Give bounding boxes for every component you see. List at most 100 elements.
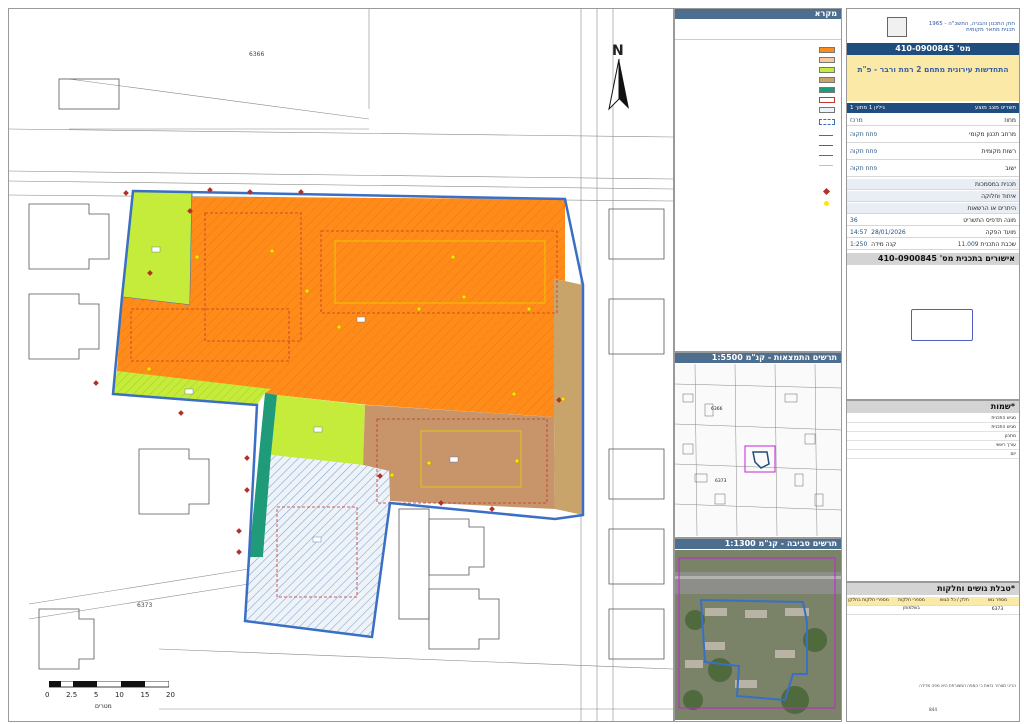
aerial-photo — [675, 550, 841, 720]
authority-value: פתח תקוה — [850, 148, 878, 155]
orientation-parcel-top: 6366 — [711, 407, 723, 412]
col-header: מספר גוש — [987, 598, 1008, 603]
district-label: מחוז — [1004, 117, 1016, 124]
info-row-version: 36 מונה תדפיס התשריט — [847, 215, 1019, 226]
names-title: שמות* — [847, 401, 1019, 413]
footer-number: 844 — [929, 707, 937, 712]
print-date: 28/01/2026 — [871, 229, 906, 236]
names-row: עורך ראשי — [847, 442, 1019, 450]
authority-scope-label: תכנית במסמכות — [975, 181, 1016, 188]
scale-label: קנה מידה — [871, 241, 897, 248]
version-label: מונה תדפיס התשריט — [963, 217, 1016, 224]
scale-tick: 2.5 — [66, 691, 78, 699]
north-arrow-icon — [608, 59, 629, 111]
names-box: שמות* מגיש התכנית מגיש התכנית מתכנן עורך… — [846, 400, 1020, 582]
info-row-planning-area: פתח תקוה מרחב תכנון מקומי — [847, 127, 1019, 143]
plan-map[interactable]: 6366 6373 N 0 2.5 5 10 15 20 מטרים — [8, 8, 674, 722]
permits-label: היתרים או הרשאות — [967, 205, 1016, 212]
legend-swatch-teal — [819, 87, 835, 93]
deadline-label: מועד הפקה — [985, 229, 1017, 236]
scale-labels: 0 2.5 5 10 15 20 — [45, 691, 175, 699]
title-block: חוק התכנון והבניה, התשכ"ה - 1965 תכנית מ… — [846, 8, 1020, 722]
layer-value: 11.009 — [957, 241, 979, 248]
info-row-district: מרכז מחוז — [847, 115, 1019, 126]
scale-units: מטרים — [95, 703, 112, 710]
info-row-scale: 1:250 קנה מידה 11.009 שכבת התכנית — [847, 239, 1019, 250]
info-row-permits: היתרים או הרשאות — [847, 203, 1019, 214]
legend-panel: מקרא תרשים התמצאות - קנ"מ 1:5500 6366 63… — [674, 8, 842, 722]
municipality-logo — [887, 17, 907, 37]
north-arrow: N — [599, 43, 639, 113]
legend-line-4 — [819, 165, 833, 166]
legend-swatch-orange — [819, 47, 835, 53]
col-header: חלק / כל הגוש — [940, 598, 969, 603]
legend-title: מקרא — [675, 9, 841, 19]
names-row: יזם — [847, 451, 1019, 459]
sheet-header: גיליון 1 מתוך 1 תשריט מצב מוצע — [847, 103, 1019, 113]
point-legend-icon — [824, 201, 829, 206]
table-cell — [890, 606, 933, 614]
names-row-label: יזם — [1010, 452, 1016, 457]
plan-type: תכנית מתאר מקומית — [966, 27, 1015, 33]
legend-line-3 — [819, 155, 833, 156]
orientation-inset[interactable]: תרשים התמצאות - קנ"מ 1:5500 6366 6373 — [674, 352, 842, 538]
table-row: 6373 — [847, 606, 1019, 615]
legend-swatch-red — [819, 97, 835, 103]
parcels-box: טבלת גושים וחלקות* מספרי חלקות בחלקן מספ… — [846, 582, 1020, 722]
approval-stamp — [907, 309, 977, 341]
authority-label: רשות מקומית — [981, 148, 1016, 155]
stamp-icon — [911, 309, 973, 341]
plan-title: התחדשות עירונית מתחם 2 רמת ורבר - פ"ת — [847, 55, 1019, 101]
info-row-authority-scope: תכנית במסמכות — [847, 179, 1019, 190]
table-cell — [933, 606, 976, 614]
version-value: 36 — [850, 217, 858, 224]
table-cell — [847, 606, 890, 614]
planning-area-label: מרחב תכנון מקומי — [969, 131, 1016, 138]
north-label: N — [612, 43, 624, 59]
district-value: מרכז — [850, 117, 863, 124]
settlement-value: פתח תקוה — [850, 165, 878, 172]
names-row: מגיש התכנית — [847, 424, 1019, 432]
legend-swatch-light — [819, 57, 835, 63]
legend-line-2 — [819, 145, 833, 146]
legend-subheader — [675, 19, 841, 40]
zone-tan-strip — [554, 279, 583, 515]
tree-legend-icon — [822, 187, 831, 196]
scale-tick: 10 — [114, 691, 124, 699]
names-row: מגיש התכנית — [847, 415, 1019, 423]
consolidation-label: איחוד וחלוקה — [981, 193, 1016, 200]
parcel-number-top: 6366 — [249, 51, 265, 58]
surroundings-inset-title: תרשים סביבה - קנ"מ 1:1300 — [675, 539, 841, 549]
parcels-table: מספרי חלקות בחלקן מספרי חלקות בשלמותן חל… — [847, 597, 1019, 615]
names-row-label: מגיש התכנית — [991, 416, 1016, 421]
legend-box: מקרא — [674, 8, 842, 352]
names-row-label: עורך ראשי — [995, 443, 1016, 448]
col-header: מספרי חלקות בשלמותן — [898, 598, 925, 611]
orientation-parcel-bottom: 6373 — [715, 479, 727, 484]
surroundings-inset[interactable]: תרשים סביבה - קנ"מ 1:1300 — [674, 538, 842, 722]
scale-tick: 15 — [140, 691, 150, 699]
legend-swatch-hatch — [819, 107, 835, 113]
orientation-inset-title: תרשים התמצאות - קנ"מ 1:5500 — [675, 353, 841, 363]
parcels-title: טבלת גושים וחלקות* — [847, 583, 1019, 595]
scale-value: 1:250 — [850, 241, 868, 248]
scale-tick: 0 — [45, 691, 50, 699]
plan-info-box: חוק התכנון והבניה, התשכ"ה - 1965 תכנית מ… — [846, 8, 1020, 400]
table-cell: 6373 — [991, 607, 1004, 612]
scale-bar-graphic — [49, 681, 169, 688]
approvals-title: אישורים בתכנית מס' 410-0900845 — [847, 253, 1019, 265]
scale-tick: 5 — [93, 691, 99, 699]
parcels-table-header: מספרי חלקות בחלקן מספרי חלקות בשלמותן חל… — [847, 597, 1019, 611]
orientation-map — [675, 364, 841, 536]
map-drawing — [9, 9, 673, 721]
legend-swatch-boundary — [819, 119, 835, 125]
info-row-authority: פתח תקוה רשות מקומית — [847, 144, 1019, 160]
parcel-number-bottom: 6373 — [137, 602, 153, 609]
legend-line-1 — [819, 135, 833, 136]
plan-number: מס' 410-0900845 — [847, 43, 1019, 55]
legend-swatch-tan — [819, 77, 835, 83]
settlement-label: ישוב — [1005, 165, 1016, 172]
names-row-label: מתכנן — [1004, 434, 1016, 439]
info-row-date: 14:57 28/01/2026 מועד הפקה — [847, 227, 1019, 238]
info-row-settlement: פתח תקוה ישוב — [847, 161, 1019, 177]
